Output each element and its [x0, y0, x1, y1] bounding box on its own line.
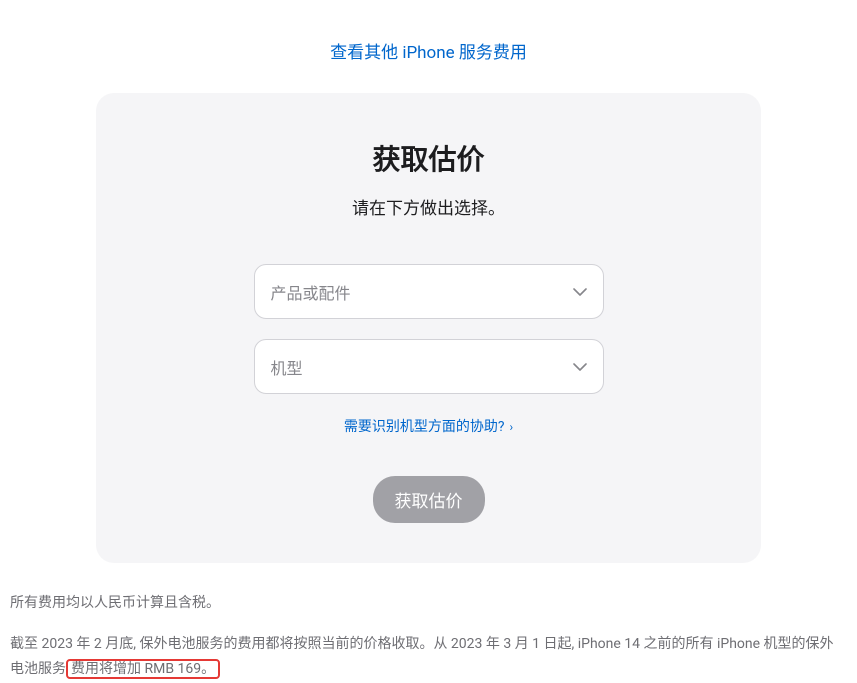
- price-increase-highlight: 费用将增加 RMB 169。: [66, 659, 220, 679]
- estimate-card: 获取估价 请在下方做出选择。 产品或配件 机型 需要识别机型方面的协助? › 获…: [96, 93, 761, 563]
- footer-text: 所有费用均以人民币计算且含税。 截至 2023 年 2 月底, 保外电池服务的费…: [0, 563, 857, 683]
- chevron-down-icon: [573, 288, 587, 296]
- footer-line-2: 截至 2023 年 2 月底, 保外电池服务的费用都将按照当前的价格收取。从 2…: [10, 632, 847, 682]
- model-select-wrap: 机型: [254, 339, 604, 394]
- get-estimate-button[interactable]: 获取估价: [373, 476, 485, 523]
- product-select[interactable]: 产品或配件: [254, 264, 604, 319]
- product-select-placeholder: 产品或配件: [271, 280, 351, 304]
- identify-model-help-link[interactable]: 需要识别机型方面的协助? ›: [344, 419, 513, 435]
- card-subtitle: 请在下方做出选择。: [136, 194, 721, 219]
- card-title: 获取估价: [136, 138, 721, 178]
- chevron-right-icon: ›: [507, 420, 514, 434]
- chevron-down-icon: [573, 363, 587, 371]
- product-select-wrap: 产品或配件: [254, 264, 604, 319]
- top-link-container: 查看其他 iPhone 服务费用: [0, 0, 857, 93]
- help-link-container: 需要识别机型方面的协助? ›: [136, 416, 721, 436]
- other-services-link[interactable]: 查看其他 iPhone 服务费用: [330, 43, 527, 63]
- model-select-placeholder: 机型: [271, 355, 303, 379]
- footer-line-1: 所有费用均以人民币计算且含税。: [10, 591, 847, 616]
- model-select[interactable]: 机型: [254, 339, 604, 394]
- help-link-label: 需要识别机型方面的协助?: [344, 419, 505, 435]
